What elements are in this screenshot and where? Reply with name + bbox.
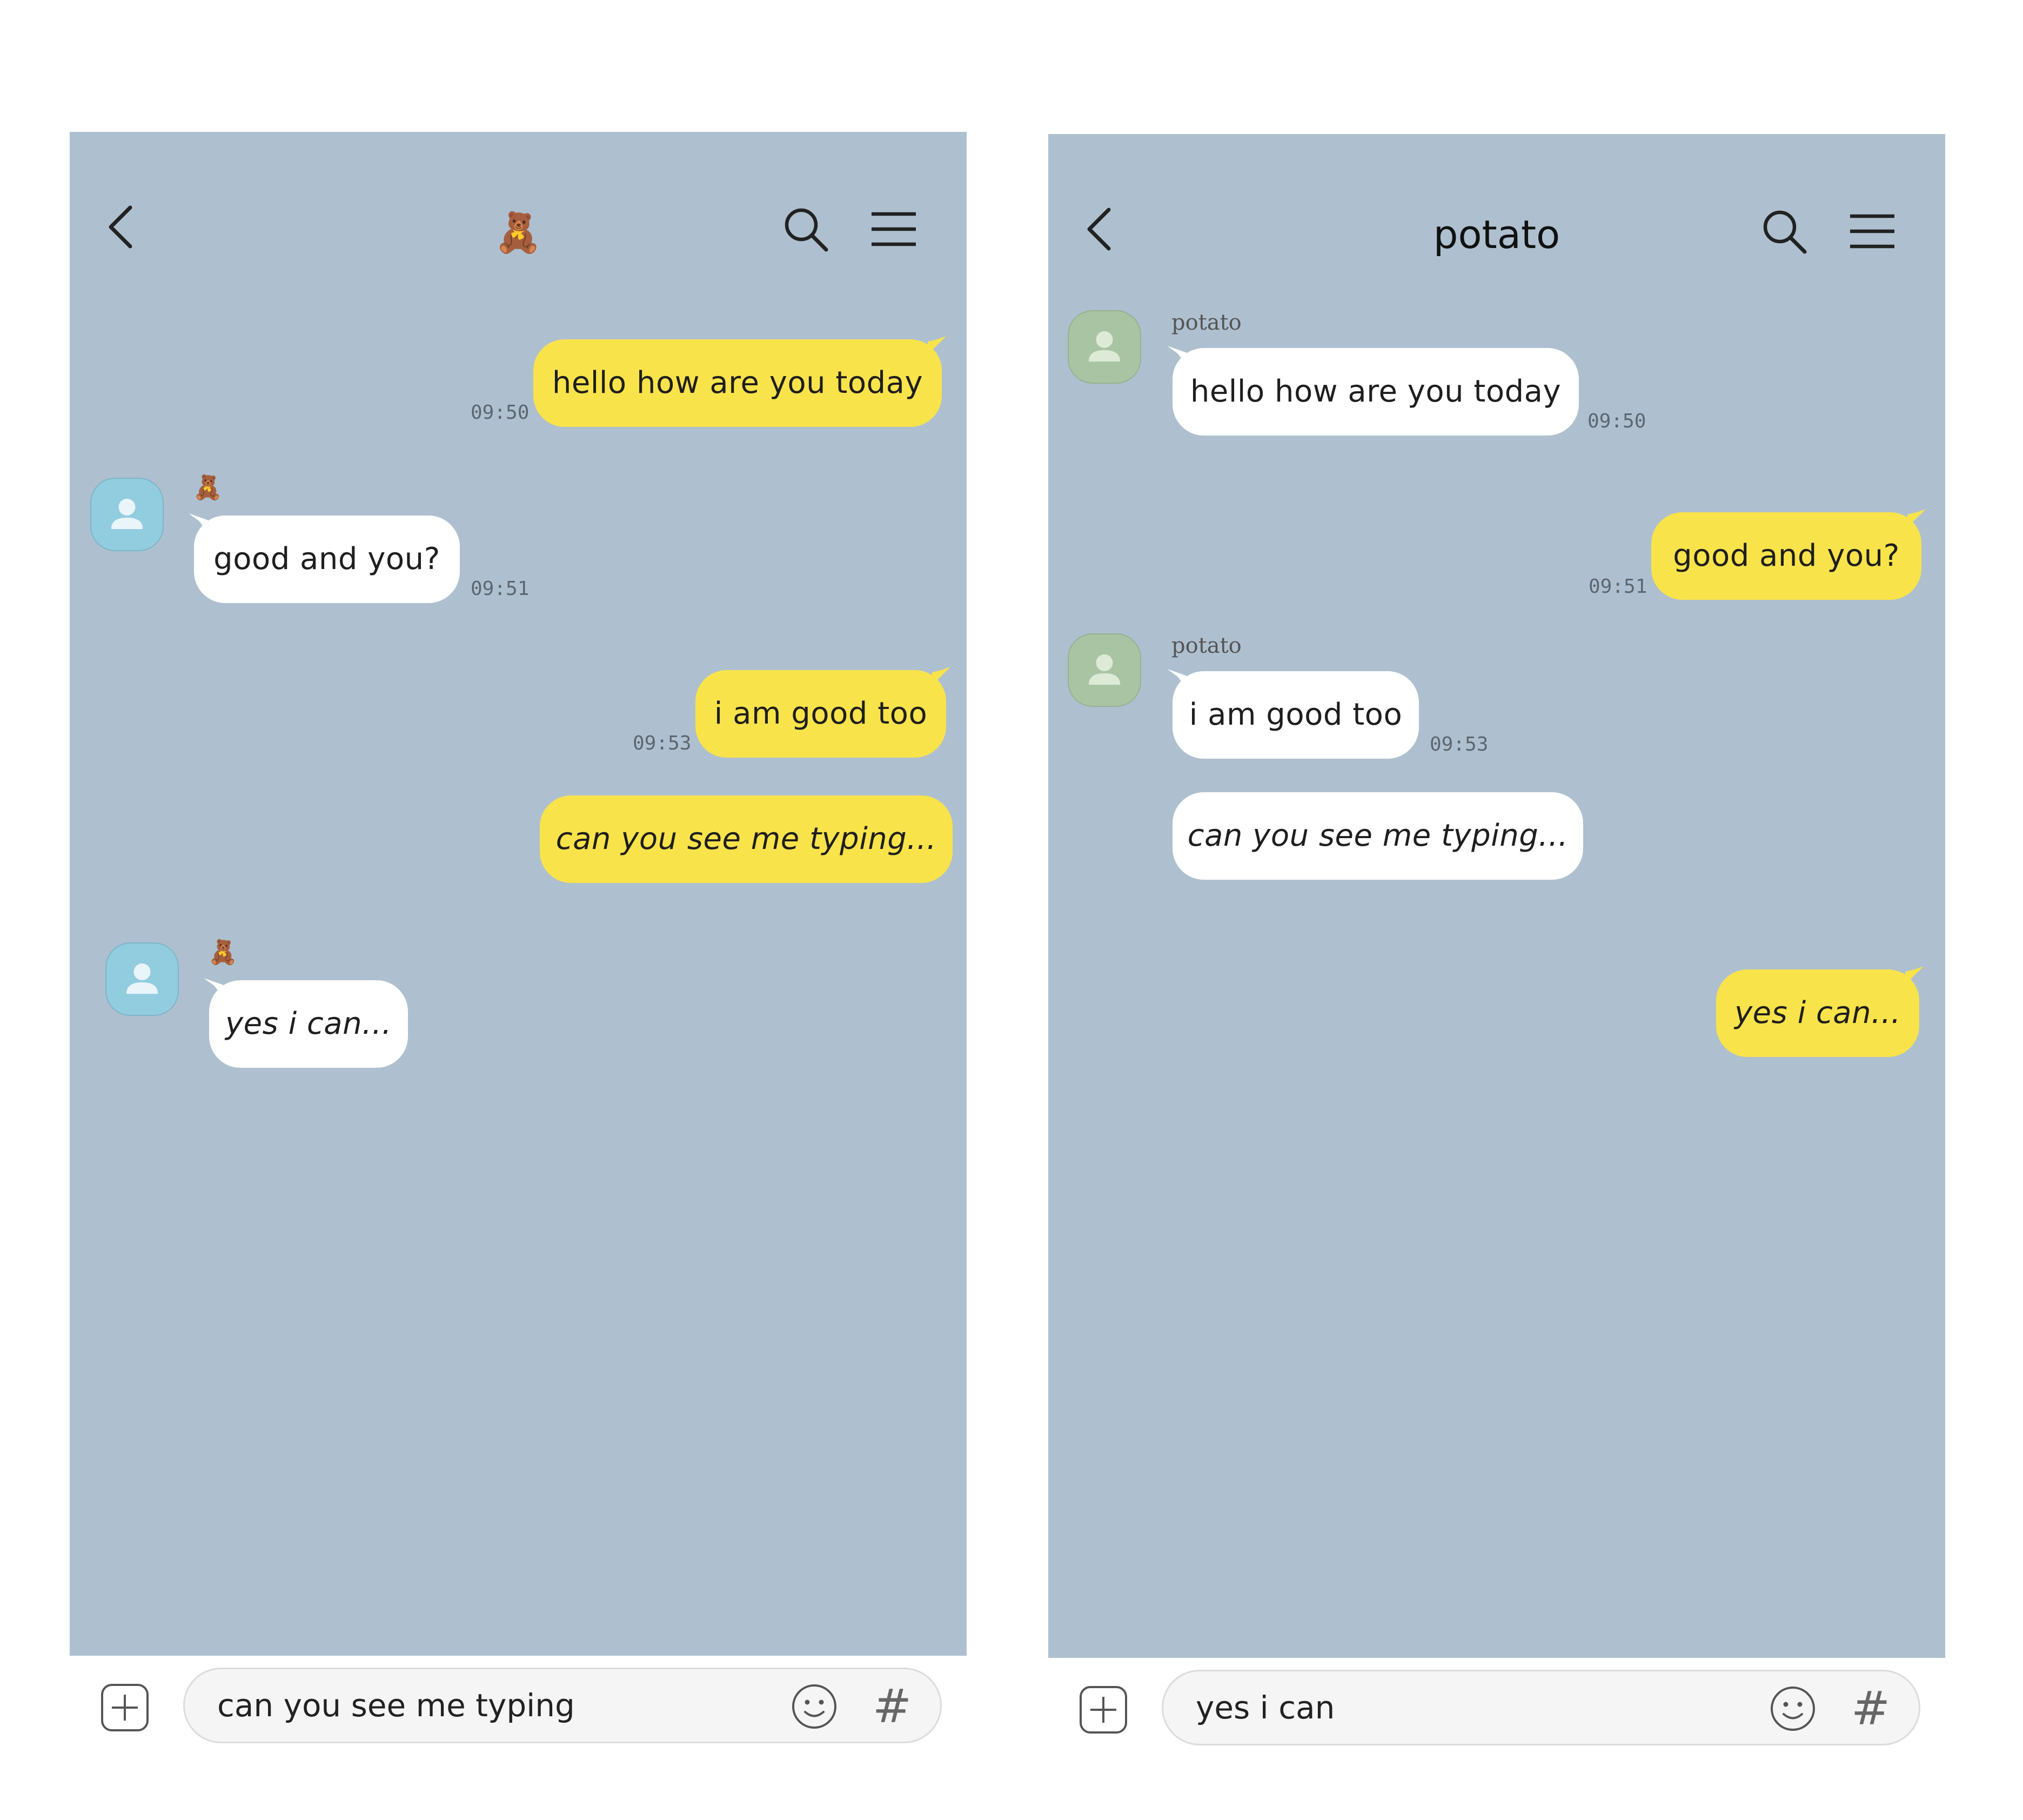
hamburger-menu-icon: [1850, 214, 1894, 249]
message-bubble-outgoing-typing[interactable]: yes i can...: [1716, 969, 1919, 1057]
message-time: 09:53: [1430, 733, 1489, 755]
message-bubble-incoming[interactable]: i am good too: [1173, 671, 1419, 759]
message-bubble-outgoing[interactable]: good and you?: [1651, 512, 1921, 600]
message-time: 09:51: [471, 578, 530, 600]
smiley-icon: [1771, 1687, 1815, 1731]
avatar[interactable]: [1068, 633, 1141, 707]
person-icon: [1088, 654, 1121, 685]
smiley-icon: [792, 1684, 836, 1729]
chevron-left-icon: [109, 205, 132, 249]
message-bubble-outgoing-typing[interactable]: can you see me typing...: [540, 795, 953, 883]
message-time: 09:50: [1587, 410, 1646, 432]
sender-name: 🧸: [208, 939, 238, 966]
message-bubble-incoming-typing[interactable]: can you see me typing...: [1173, 792, 1583, 880]
plus-square-icon: [1080, 1686, 1127, 1734]
message-bubble-outgoing[interactable]: i am good too: [695, 670, 946, 758]
chat-header: 🧸: [70, 132, 967, 262]
message-bubble-incoming-typing[interactable]: yes i can...: [209, 980, 408, 1068]
menu-button[interactable]: [869, 208, 918, 251]
person-icon: [111, 498, 143, 530]
sender-name: potato: [1171, 310, 1242, 335]
search-icon: [1763, 210, 1807, 254]
menu-button[interactable]: [1848, 210, 1897, 253]
chat-area[interactable]: potato potato hello how are you today 09…: [1048, 134, 1945, 1658]
message-input-text[interactable]: yes i can: [1196, 1671, 1335, 1744]
back-button[interactable]: [1081, 202, 1118, 256]
attach-button[interactable]: [100, 1683, 150, 1732]
chat-header: potato: [1048, 134, 1945, 264]
person-icon: [126, 963, 158, 994]
emoji-button[interactable]: [1769, 1684, 1817, 1733]
message-input-bar: can you see me typing #: [70, 1656, 967, 1764]
hashtag-button[interactable]: #: [1846, 1679, 1895, 1738]
emoji-button[interactable]: [790, 1682, 839, 1731]
message-time: 09:50: [471, 402, 530, 424]
chevron-left-icon: [1087, 208, 1111, 251]
back-button[interactable]: [102, 200, 140, 254]
message-bubble-incoming[interactable]: good and you?: [194, 516, 460, 603]
chat-title: potato: [1433, 212, 1560, 257]
message-bubble-outgoing[interactable]: hello how are you today: [533, 339, 942, 427]
sender-name: potato: [1171, 633, 1242, 658]
sender-name: 🧸: [193, 474, 223, 501]
message-input-text[interactable]: can you see me typing: [217, 1669, 575, 1742]
message-input[interactable]: can you see me typing #: [183, 1668, 942, 1743]
person-icon: [1088, 331, 1121, 362]
plus-square-icon: [101, 1684, 149, 1731]
search-icon: [785, 208, 828, 252]
avatar[interactable]: [105, 942, 179, 1016]
search-button[interactable]: [781, 204, 830, 254]
avatar[interactable]: [1068, 310, 1141, 384]
message-input-bar: yes i can #: [1048, 1658, 1945, 1766]
chat-area[interactable]: 🧸 09:50 hello how are you today 🧸 good a…: [70, 132, 967, 1656]
hashtag-button[interactable]: #: [868, 1677, 916, 1736]
message-input[interactable]: yes i can #: [1162, 1670, 1920, 1745]
search-button[interactable]: [1759, 206, 1809, 256]
message-bubble-incoming[interactable]: hello how are you today: [1173, 348, 1579, 436]
hamburger-menu-icon: [872, 212, 916, 246]
message-time: 09:53: [633, 732, 692, 754]
avatar[interactable]: [90, 478, 164, 551]
chat-title: 🧸: [494, 210, 542, 255]
message-time: 09:51: [1589, 576, 1647, 598]
attach-button[interactable]: [1079, 1685, 1128, 1735]
